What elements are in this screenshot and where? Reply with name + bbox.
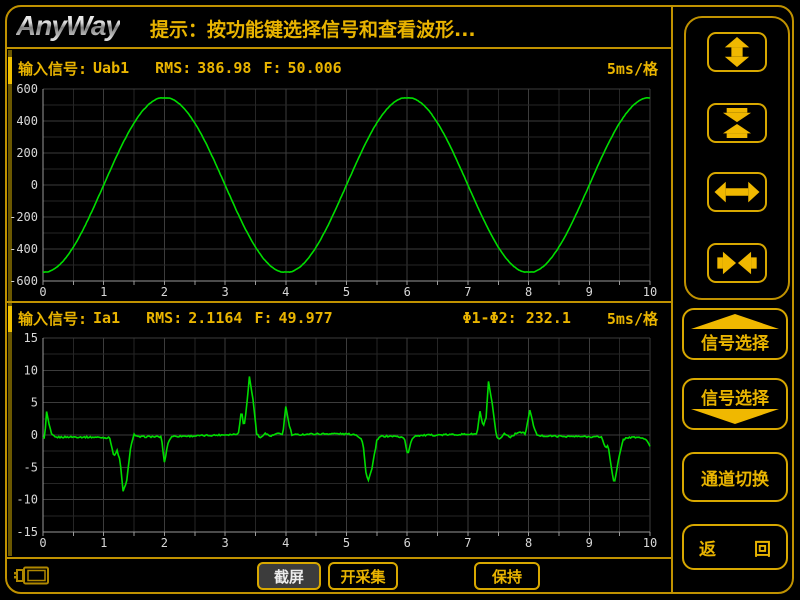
header-divider bbox=[7, 47, 671, 49]
bottombar-divider bbox=[7, 557, 671, 559]
svg-text:5: 5 bbox=[31, 396, 38, 410]
expand-vertical-button[interactable] bbox=[707, 32, 767, 72]
sidebar-divider bbox=[671, 6, 673, 592]
svg-text:4: 4 bbox=[282, 285, 289, 299]
expand-horizontal-icon bbox=[714, 177, 760, 207]
svg-text:1: 1 bbox=[100, 536, 107, 550]
svg-text:15: 15 bbox=[24, 333, 38, 345]
svg-text:5: 5 bbox=[343, 285, 350, 299]
panel1-input-label: 输入信号: bbox=[18, 58, 87, 79]
svg-text:10: 10 bbox=[643, 285, 657, 299]
svg-text:10: 10 bbox=[643, 536, 657, 550]
svg-text:9: 9 bbox=[586, 536, 593, 550]
svg-text:0: 0 bbox=[39, 536, 46, 550]
compress-horizontal-button[interactable] bbox=[707, 243, 767, 283]
signal-select-down-label: 信号选择 bbox=[701, 384, 769, 409]
svg-text:600: 600 bbox=[16, 84, 38, 96]
triangle-down-icon bbox=[691, 409, 779, 424]
panel2-signal-name: Ia1 bbox=[93, 309, 120, 327]
panel1-freq-label: F: bbox=[263, 59, 281, 77]
panel2-freq-value: 49.977 bbox=[279, 309, 333, 327]
channel-switch-label: 通道切换 bbox=[701, 465, 769, 490]
panel-divider bbox=[7, 301, 671, 303]
svg-text:3: 3 bbox=[221, 285, 228, 299]
voltage-chart: 6004002000-200-400-600012345678910 bbox=[0, 84, 668, 302]
current-chart: 151050-5-10-15012345678910 bbox=[0, 333, 668, 555]
svg-text:-5: -5 bbox=[24, 460, 38, 474]
panel2-header: 输入信号: Ia1 RMS: 2.1164 F: 49.977 Φ1-Φ2: 2… bbox=[18, 306, 658, 330]
svg-text:6: 6 bbox=[404, 536, 411, 550]
channel-switch-button[interactable]: 通道切换 bbox=[682, 452, 788, 502]
compress-vertical-icon bbox=[714, 108, 760, 138]
device-screen: AnyWay 提示：按功能键选择信号和查看波形... 输入信号: Uab1 RM… bbox=[0, 0, 800, 600]
svg-text:-400: -400 bbox=[9, 242, 38, 256]
panel1-timebase: 5ms/格 bbox=[607, 58, 658, 79]
screenshot-button[interactable]: 截屏 bbox=[257, 562, 321, 590]
panel2-phase-value: 232.1 bbox=[526, 309, 571, 327]
panel1-rms-value: 386.98 bbox=[197, 59, 251, 77]
panel2-phase: Φ1-Φ2: 232.1 bbox=[463, 309, 571, 327]
signal-select-down-button[interactable]: 信号选择 bbox=[682, 378, 788, 430]
return-char-2: 回 bbox=[754, 535, 771, 560]
svg-text:8: 8 bbox=[525, 536, 532, 550]
svg-text:6: 6 bbox=[404, 285, 411, 299]
svg-text:2: 2 bbox=[161, 536, 168, 550]
start-acquisition-button[interactable]: 开采集 bbox=[328, 562, 398, 590]
triangle-up-icon bbox=[691, 314, 779, 329]
svg-text:2: 2 bbox=[161, 285, 168, 299]
svg-text:9: 9 bbox=[586, 285, 593, 299]
svg-text:0: 0 bbox=[31, 428, 38, 442]
svg-text:200: 200 bbox=[16, 146, 38, 160]
panel1-indicator bbox=[8, 57, 12, 84]
compress-vertical-button[interactable] bbox=[707, 103, 767, 143]
svg-text:-600: -600 bbox=[9, 274, 38, 288]
signal-select-up-label: 信号选择 bbox=[701, 329, 769, 354]
svg-text:8: 8 bbox=[525, 285, 532, 299]
svg-text:-200: -200 bbox=[9, 210, 38, 224]
battery-icon bbox=[13, 564, 51, 590]
expand-vertical-icon bbox=[714, 37, 760, 67]
svg-text:10: 10 bbox=[24, 363, 38, 377]
return-button[interactable]: 返 回 bbox=[682, 524, 788, 570]
anyway-logo: AnyWay bbox=[16, 10, 120, 42]
hold-button[interactable]: 保持 bbox=[474, 562, 540, 590]
signal-select-up-button[interactable]: 信号选择 bbox=[682, 308, 788, 360]
panel1-freq-value: 50.006 bbox=[288, 59, 342, 77]
panel2-rms-label: RMS: bbox=[146, 309, 182, 327]
svg-text:0: 0 bbox=[39, 285, 46, 299]
svg-text:3: 3 bbox=[221, 536, 228, 550]
panel2-phase-label: Φ1-Φ2: bbox=[463, 309, 517, 327]
panel2-rms-value: 2.1164 bbox=[188, 309, 242, 327]
compress-horizontal-icon bbox=[714, 248, 760, 278]
panel1-rms-label: RMS: bbox=[155, 59, 191, 77]
panel2-input-label: 输入信号: bbox=[18, 308, 87, 329]
return-char-1: 返 bbox=[699, 535, 716, 560]
svg-text:-10: -10 bbox=[16, 493, 38, 507]
panel1-signal-name: Uab1 bbox=[93, 59, 129, 77]
panel1-header: 输入信号: Uab1 RMS: 386.98 F: 50.006 5ms/格 bbox=[18, 56, 658, 80]
svg-text:400: 400 bbox=[16, 114, 38, 128]
panel2-freq-label: F: bbox=[254, 309, 272, 327]
svg-text:0: 0 bbox=[31, 178, 38, 192]
svg-text:1: 1 bbox=[100, 285, 107, 299]
svg-text:4: 4 bbox=[282, 536, 289, 550]
svg-text:-15: -15 bbox=[16, 525, 38, 539]
svg-text:7: 7 bbox=[464, 536, 471, 550]
expand-horizontal-button[interactable] bbox=[707, 172, 767, 212]
panel2-timebase: 5ms/格 bbox=[607, 308, 658, 329]
hint-text: 提示：按功能键选择信号和查看波形... bbox=[150, 15, 476, 42]
svg-text:5: 5 bbox=[343, 536, 350, 550]
panel2-indicator bbox=[8, 306, 12, 332]
svg-text:7: 7 bbox=[464, 285, 471, 299]
